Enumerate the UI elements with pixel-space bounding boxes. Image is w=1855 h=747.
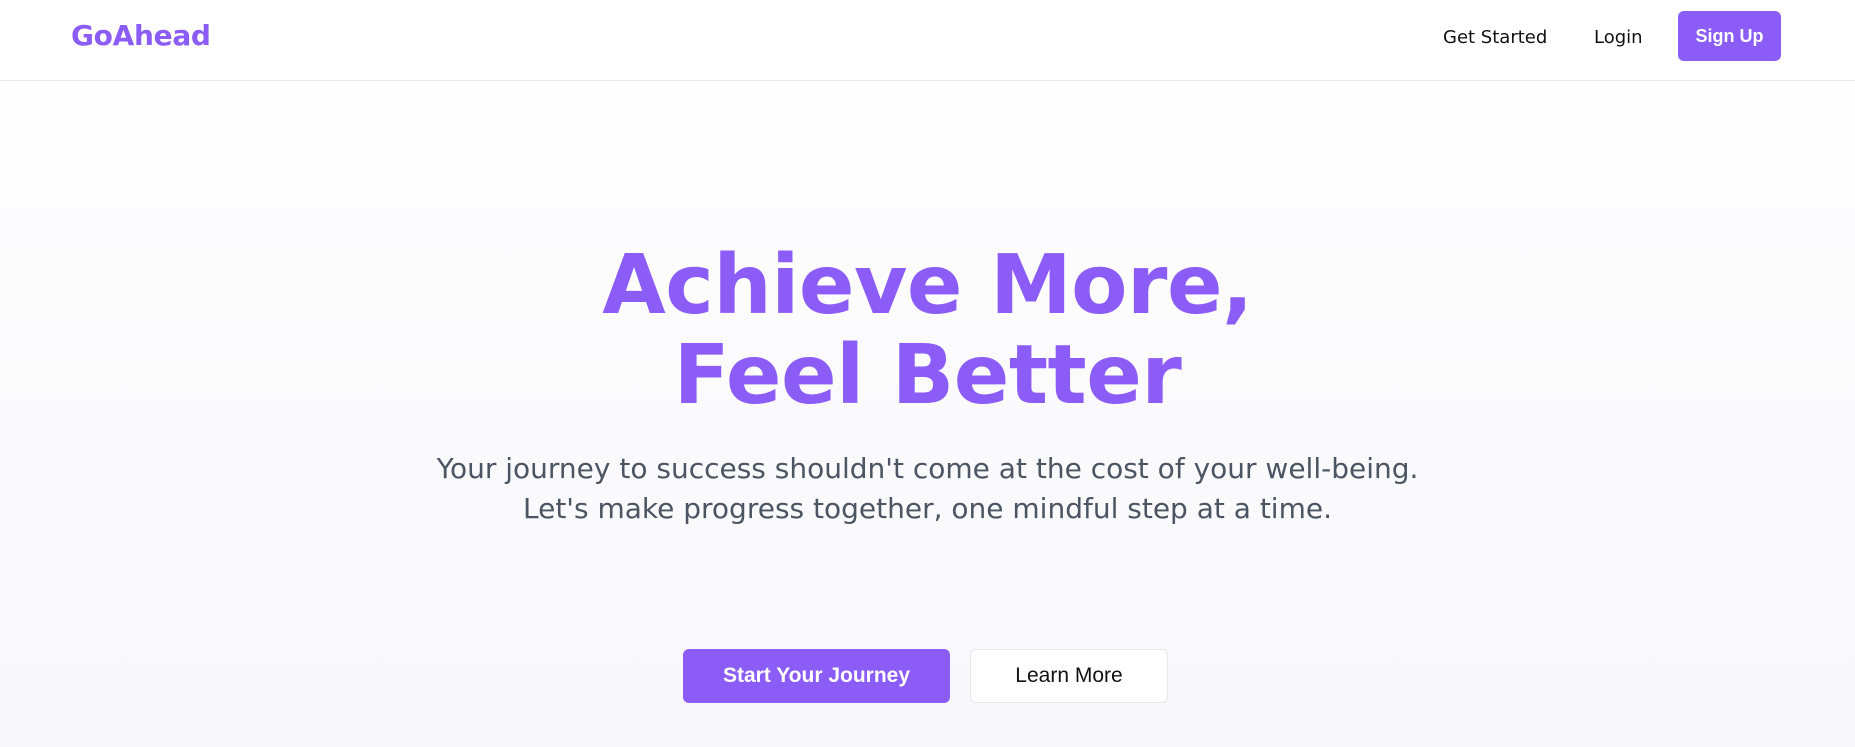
hero-subtext-line2: Let's make progress together, one mindfu… — [522, 492, 1332, 525]
hero-headline-line2: Feel Better — [673, 328, 1182, 423]
learn-more-button[interactable]: Learn More — [970, 649, 1168, 703]
top-navbar: GoAhead Get Started Login Sign Up — [0, 0, 1855, 81]
hero-subtext-line1: Your journey to success shouldn't come a… — [436, 452, 1419, 485]
hero-subtext: Your journey to success shouldn't come a… — [0, 449, 1855, 529]
nav-login-link[interactable]: Login — [1594, 27, 1643, 48]
signup-button[interactable]: Sign Up — [1678, 11, 1781, 61]
hero-headline-line1: Achieve More, — [602, 238, 1253, 333]
start-journey-button[interactable]: Start Your Journey — [683, 649, 950, 703]
hero-section: Achieve More, Feel Better Your journey t… — [0, 81, 1855, 747]
hero-headline: Achieve More, Feel Better — [0, 241, 1855, 421]
brand-logo[interactable]: GoAhead — [71, 19, 211, 52]
nav-get-started-link[interactable]: Get Started — [1443, 27, 1547, 48]
